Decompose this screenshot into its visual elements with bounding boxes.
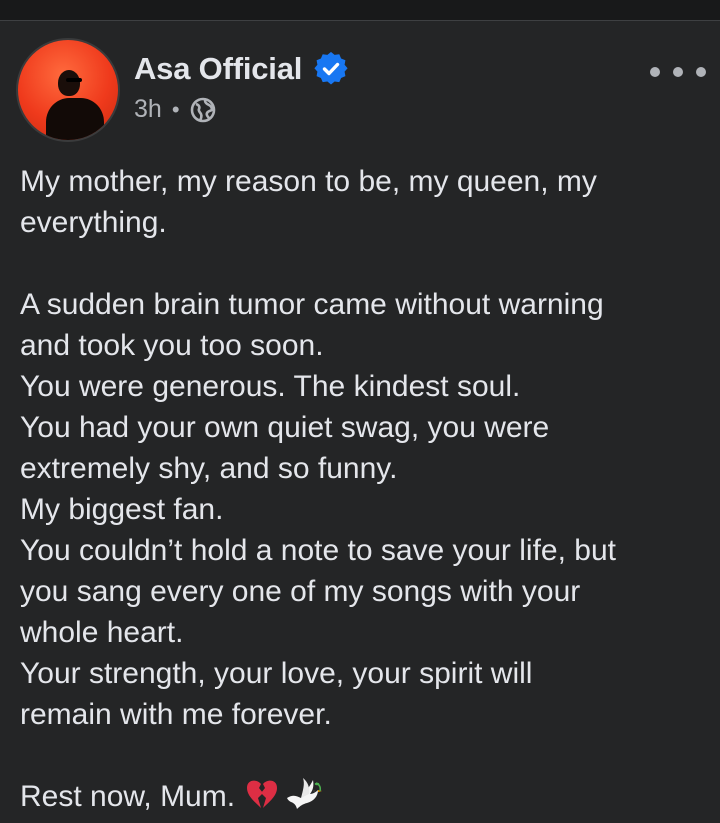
globe-icon[interactable] — [190, 97, 216, 123]
avatar-figure-head — [58, 70, 80, 96]
more-dot — [650, 67, 660, 77]
feed-divider — [0, 0, 720, 21]
avatar-figure-glasses — [66, 78, 82, 82]
more-dot — [696, 67, 706, 77]
post-line: Your strength, your love, your spirit wi… — [20, 657, 533, 690]
post-timestamp[interactable]: 3h — [134, 95, 162, 124]
post-line-blank — [20, 243, 710, 284]
post-line: extremely shy, and so funny. — [20, 452, 398, 485]
more-dot — [673, 67, 683, 77]
post-line: you sang every one of my songs with your — [20, 575, 581, 608]
post-meta: 3h • — [134, 95, 216, 124]
post-line: Rest now, Mum. — [20, 780, 236, 813]
dove-icon — [283, 776, 323, 812]
post-line: My biggest fan. — [20, 493, 224, 526]
post-line: and took you too soon. — [20, 329, 324, 362]
post-line: You couldn’t hold a note to save your li… — [20, 534, 616, 567]
post-line-blank — [20, 735, 710, 776]
meta-separator: • — [171, 96, 180, 122]
post-line: everything. — [20, 206, 167, 239]
author-row: Asa Official — [134, 51, 348, 87]
avatar-figure-body — [46, 98, 104, 140]
post-line: A sudden brain tumor came without warnin… — [20, 288, 604, 321]
post-line: remain with me forever. — [20, 698, 332, 731]
post-line: My mother, my reason to be, my queen, my — [20, 165, 597, 198]
verified-badge-icon — [314, 51, 348, 86]
more-options-button[interactable] — [650, 59, 706, 85]
page-name-link[interactable]: Asa Official — [134, 51, 302, 87]
post-line: You were generous. The kindest soul. — [20, 370, 521, 403]
post-message: My mother, my reason to be, my queen, my… — [20, 161, 710, 817]
post-line: whole heart. — [20, 616, 184, 649]
facebook-post: Asa Official 3h • My mother, my reason t… — [0, 21, 720, 813]
broken-heart-icon — [245, 779, 279, 811]
post-line: You had your own quiet swag, you were — [20, 411, 550, 444]
avatar[interactable] — [16, 38, 120, 142]
